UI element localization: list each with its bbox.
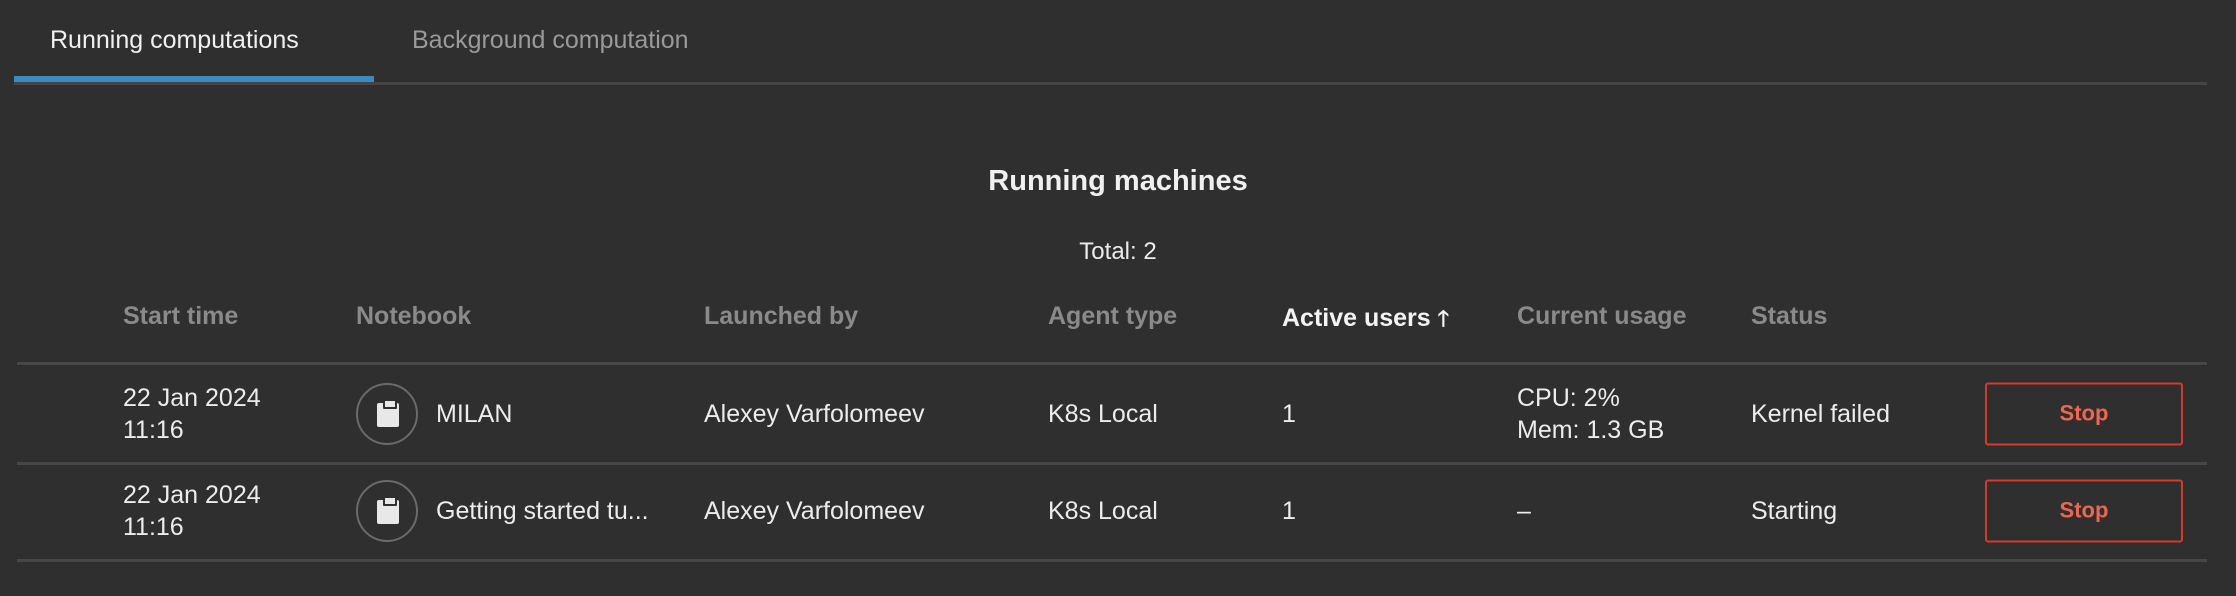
column-header-current-usage[interactable]: Current usage [1517,302,1686,331]
agent-type: K8s Local [1048,496,1158,525]
start-date: 22 Jan 2024 [123,480,261,509]
tab-running-computations[interactable]: Running computations [50,20,299,60]
notebook-icon [356,479,418,542]
current-usage: – [1517,496,1531,525]
cpu-usage: CPU: 2% [1517,383,1620,412]
notebook-icon [356,382,418,445]
total-count: Total: 2 [1079,238,1157,265]
current-usage: CPU: 2% Mem: 1.3 GB [1517,382,1664,446]
table-row: 22 Jan 2024 11:16 Getting started tu... A… [17,462,2207,562]
notebook-name[interactable]: Getting started tu... [436,495,649,527]
status: Starting [1751,496,1838,525]
column-header-start-time[interactable]: Start time [123,302,238,331]
column-header-label: Active users [1282,304,1431,332]
arrow-up-icon: 🡑 [1437,306,1450,331]
column-header-status[interactable]: Status [1751,302,1827,331]
active-users: 1 [1282,496,1296,525]
launched-by: Alexey Varfolomeev [704,496,925,525]
column-header-active-users[interactable]: Active users 🡑 [1282,302,1449,340]
active-users: 1 [1282,399,1296,428]
stop-button[interactable]: Stop [1985,382,2183,445]
tab-bar: Running computations Background computat… [14,0,2207,85]
mem-usage: Mem: 1.3 GB [1517,415,1665,444]
stop-button[interactable]: Stop [1985,479,2183,542]
status: Kernel failed [1751,399,1890,428]
agent-type: K8s Local [1048,399,1158,428]
column-header-agent-type[interactable]: Agent type [1048,302,1177,331]
launched-by: Alexey Varfolomeev [704,399,925,428]
start-time: 22 Jan 2024 11:16 [123,479,261,543]
start-clock: 11:16 [123,512,184,541]
start-date: 22 Jan 2024 [123,383,261,412]
tab-background-computation[interactable]: Background computation [412,20,689,60]
start-clock: 11:16 [123,415,184,444]
table-row: 22 Jan 2024 11:16 MILAN Alexey Varfolomee… [17,362,2207,465]
page-title: Running machines [988,165,1248,197]
column-header-launched-by[interactable]: Launched by [704,302,858,331]
active-tab-indicator [14,76,374,82]
column-header-notebook[interactable]: Notebook [356,302,471,331]
notebook-name[interactable]: MILAN [436,398,512,430]
start-time: 22 Jan 2024 11:16 [123,382,261,446]
